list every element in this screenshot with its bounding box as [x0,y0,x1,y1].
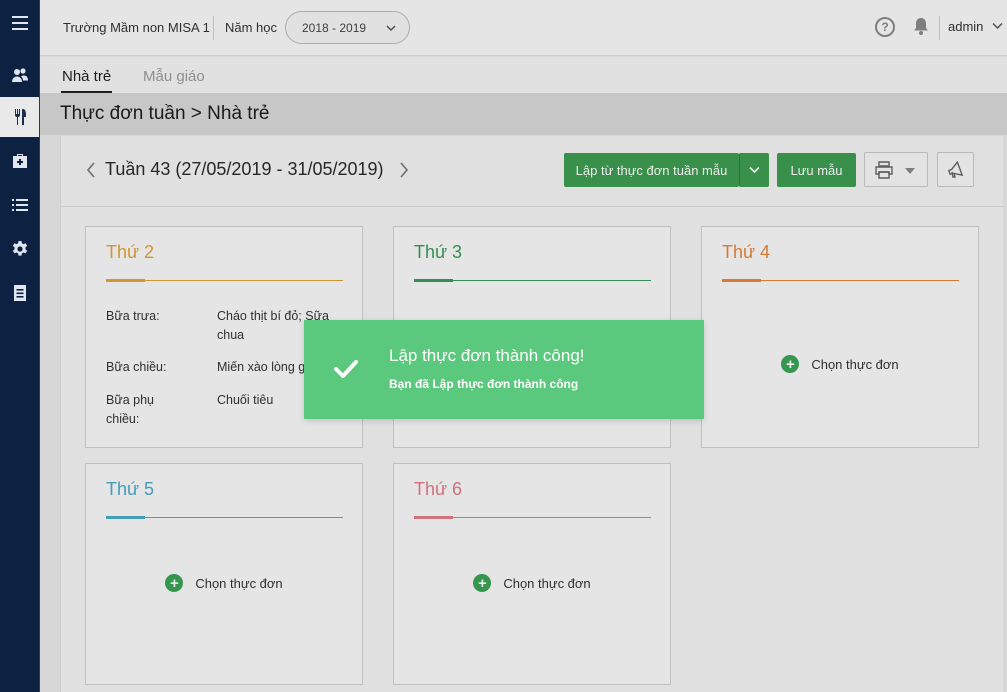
choose-menu-button[interactable]: + Chọn thực đơn [394,574,670,592]
top-header: Trường Mầm non MISA 1 Năm học 2018 - 201… [40,0,1007,56]
chevron-down-icon [386,25,396,32]
level-tabs: Nhà trẻ Mẫu giáo [40,57,1007,93]
day-title: Thứ 6 [414,479,463,499]
school-year-value: 2018 - 2019 [302,20,367,35]
breadcrumb: Thực đơn tuần > Nhà trẻ [40,93,1007,135]
day-underline [414,516,651,519]
plus-circle-icon: + [165,574,184,592]
day-card-thu-6: Thứ 6 + Chọn thực đơn [393,463,671,685]
caret-down-icon [905,168,915,174]
day-card-thu-4: Thứ 4 + Chọn thực đơn [701,226,979,448]
chevron-down-icon[interactable] [992,22,1003,30]
toolbar-divider [61,206,1004,207]
tab-mau-giao[interactable]: Mẫu giáo [143,68,205,85]
choose-menu-label: Chọn thực đơn [503,575,591,591]
choose-menu-label: Chọn thực đơn [811,356,899,372]
create-from-template-button[interactable]: Lập từ thực đơn tuần mẫu [564,153,739,187]
day-underline [106,279,343,282]
day-title: Thứ 4 [722,242,771,262]
header-divider [213,16,214,40]
school-year-select[interactable]: 2018 - 2019 [285,11,410,44]
menu-icon[interactable] [0,3,39,43]
page-title: Thực đơn tuần > Nhà trẻ [60,103,270,124]
help-icon[interactable]: ? [875,17,895,37]
sidebar [0,0,40,692]
day-title: Thứ 2 [106,242,155,262]
checkmark-icon [334,360,358,378]
megaphone-icon [947,161,964,178]
day-title: Thứ 5 [106,479,155,499]
week-label: Tuần 43 (27/05/2019 - 31/05/2019) [105,159,384,179]
tab-nha-tre[interactable]: Nhà trẻ [60,68,113,93]
toast-title: Lập thực đơn thành công! [389,346,585,365]
school-name: Trường Mầm non MISA 1 [63,20,210,35]
user-menu[interactable]: admin [948,19,983,34]
create-options-dropdown[interactable] [739,153,769,187]
fork-knife-icon[interactable] [0,97,39,137]
meal-label: Bữa trưa: [106,309,160,323]
medkit-icon[interactable] [0,141,39,181]
school-year-label: Năm học [225,20,278,35]
printer-icon [875,161,893,179]
header-divider [939,16,940,40]
print-button[interactable] [864,152,928,187]
day-underline [414,279,651,282]
plus-circle-icon: + [781,355,800,373]
save-template-button[interactable]: Lưu mẫu [777,153,856,187]
day-underline [106,516,343,519]
users-icon[interactable] [0,55,39,95]
list-icon[interactable] [0,185,39,225]
day-title: Thứ 3 [414,242,463,262]
bell-icon[interactable] [911,16,931,36]
chevron-right-icon[interactable] [399,162,409,178]
success-toast[interactable]: Lập thực đơn thành công! Bạn đã Lập thực… [304,320,704,419]
day-underline [722,279,959,282]
toast-message: Bạn đã Lập thực đơn thành công [389,377,579,391]
choose-menu-button[interactable]: + Chọn thực đơn [702,355,978,373]
chevron-left-icon[interactable] [86,162,96,178]
choose-menu-button[interactable]: + Chọn thực đơn [86,574,362,592]
plus-circle-icon: + [473,574,492,592]
gear-icon[interactable] [0,229,39,269]
announce-button[interactable] [937,152,974,187]
meal-label: Bữa chiều: [106,360,167,374]
day-card-thu-5: Thứ 5 + Chọn thực đơn [85,463,363,685]
meal-label: Bữa phụ chiều: [106,393,154,426]
document-icon[interactable] [0,273,39,313]
chevron-down-icon [749,166,760,174]
choose-menu-label: Chọn thực đơn [195,575,283,591]
